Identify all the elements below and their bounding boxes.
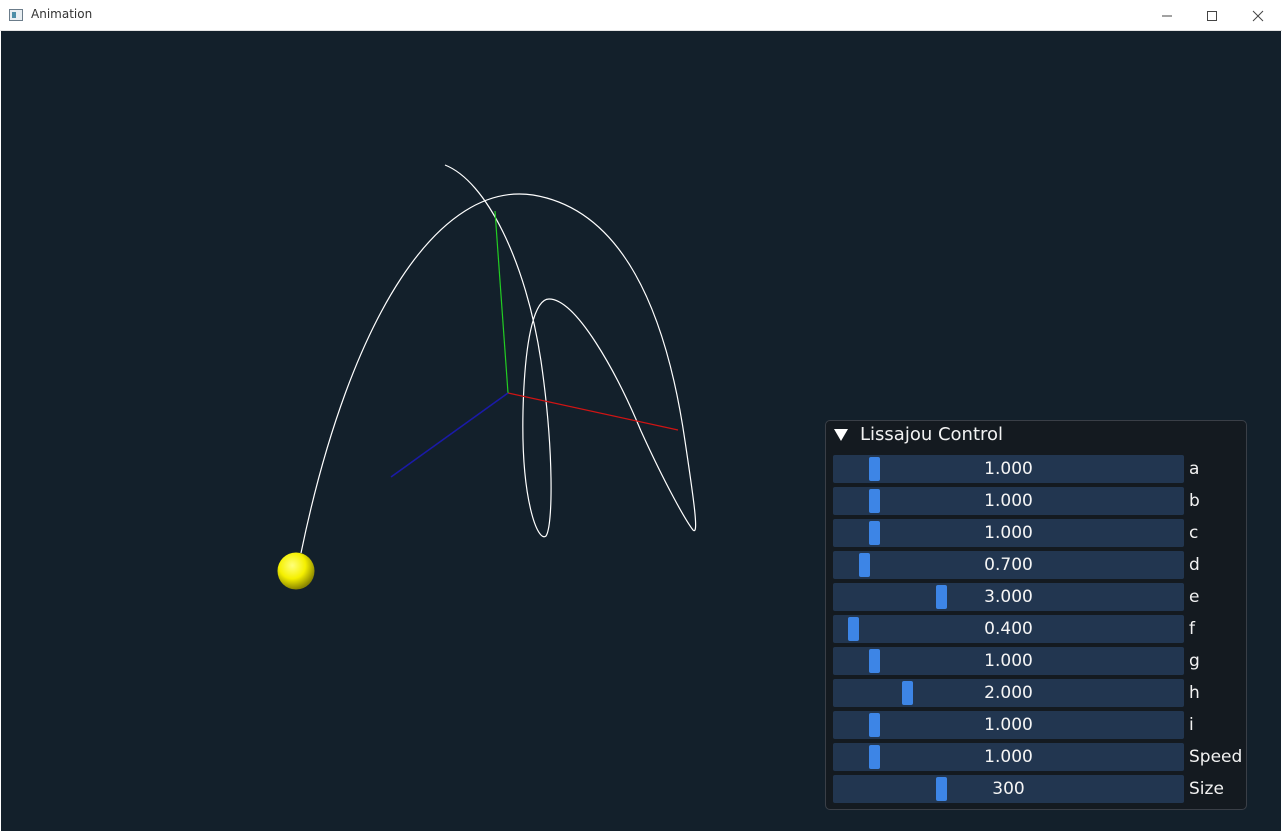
slider-value: 0.700 bbox=[984, 555, 1033, 575]
slider-row: 2.000 h bbox=[833, 679, 1243, 707]
lissajou-control-panel[interactable]: Lissajou Control 1.000 a 1.000 b 1.000 c 0.700… bbox=[825, 420, 1247, 810]
slider-a[interactable]: 1.000 bbox=[833, 455, 1184, 483]
minimize-icon bbox=[1162, 15, 1172, 16]
axis-z-line bbox=[390, 392, 509, 478]
slider-label: Speed bbox=[1189, 747, 1243, 767]
slider-label: e bbox=[1189, 587, 1200, 607]
slider-e[interactable]: 3.000 bbox=[833, 583, 1184, 611]
title-bar[interactable]: Animation bbox=[0, 0, 1282, 31]
slider-f[interactable]: 0.400 bbox=[833, 615, 1184, 643]
window-title: Animation bbox=[31, 7, 93, 21]
maximize-icon bbox=[1207, 10, 1217, 21]
slider-label: c bbox=[1189, 523, 1199, 543]
slider-b[interactable]: 1.000 bbox=[833, 487, 1184, 515]
slider-size[interactable]: 300 bbox=[833, 775, 1184, 803]
slider-row: 1.000 i bbox=[833, 711, 1243, 739]
slider-c[interactable]: 1.000 bbox=[833, 519, 1184, 547]
slider-value: 1.000 bbox=[984, 459, 1033, 479]
slider-value: 2.000 bbox=[984, 683, 1033, 703]
slider-label: f bbox=[1189, 619, 1195, 639]
slider-i[interactable]: 1.000 bbox=[833, 711, 1184, 739]
slider-d[interactable]: 0.700 bbox=[833, 551, 1184, 579]
slider-row: 1.000 b bbox=[833, 487, 1243, 515]
collapse-arrow-icon[interactable] bbox=[834, 429, 848, 441]
slider-speed[interactable]: 1.000 bbox=[833, 743, 1184, 771]
slider-value: 1.000 bbox=[984, 491, 1033, 511]
slider-value: 300 bbox=[992, 779, 1025, 799]
close-icon bbox=[1252, 10, 1264, 21]
app-icon bbox=[9, 9, 23, 21]
slider-row: 1.000 Speed bbox=[833, 743, 1243, 771]
slider-row: 1.000 c bbox=[833, 519, 1243, 547]
slider-row: 0.700 d bbox=[833, 551, 1243, 579]
slider-row: 1.000 g bbox=[833, 647, 1243, 675]
slider-label: i bbox=[1189, 715, 1194, 735]
slider-row: 3.000 e bbox=[833, 583, 1243, 611]
slider-row: 1.000 a bbox=[833, 455, 1243, 483]
slider-value: 0.400 bbox=[984, 619, 1033, 639]
slider-label: d bbox=[1189, 555, 1200, 575]
slider-label: h bbox=[1189, 683, 1200, 703]
lissajous-curve bbox=[300, 164, 697, 554]
moving-ball bbox=[277, 552, 315, 590]
slider-value: 1.000 bbox=[984, 715, 1033, 735]
axis-x-line bbox=[507, 392, 679, 431]
slider-h[interactable]: 2.000 bbox=[833, 679, 1184, 707]
slider-g[interactable]: 1.000 bbox=[833, 647, 1184, 675]
maximize-button[interactable] bbox=[1189, 0, 1235, 31]
panel-header[interactable]: Lissajou Control bbox=[826, 421, 1246, 448]
slider-value: 1.000 bbox=[984, 523, 1033, 543]
minimize-button[interactable] bbox=[1144, 0, 1190, 31]
slider-label: a bbox=[1189, 459, 1200, 479]
app-window: Animation Lissajou Control 1.000 a 1.000… bbox=[0, 0, 1282, 832]
panel-title: Lissajou Control bbox=[860, 424, 1004, 445]
slider-value: 3.000 bbox=[984, 587, 1033, 607]
slider-row: 0.400 f bbox=[833, 615, 1243, 643]
close-button[interactable] bbox=[1235, 0, 1281, 31]
slider-value: 1.000 bbox=[984, 651, 1033, 671]
slider-label: b bbox=[1189, 491, 1200, 511]
slider-label: Size bbox=[1189, 779, 1224, 799]
slider-row: 300 Size bbox=[833, 775, 1243, 803]
slider-label: g bbox=[1189, 651, 1200, 671]
slider-value: 1.000 bbox=[984, 747, 1033, 767]
